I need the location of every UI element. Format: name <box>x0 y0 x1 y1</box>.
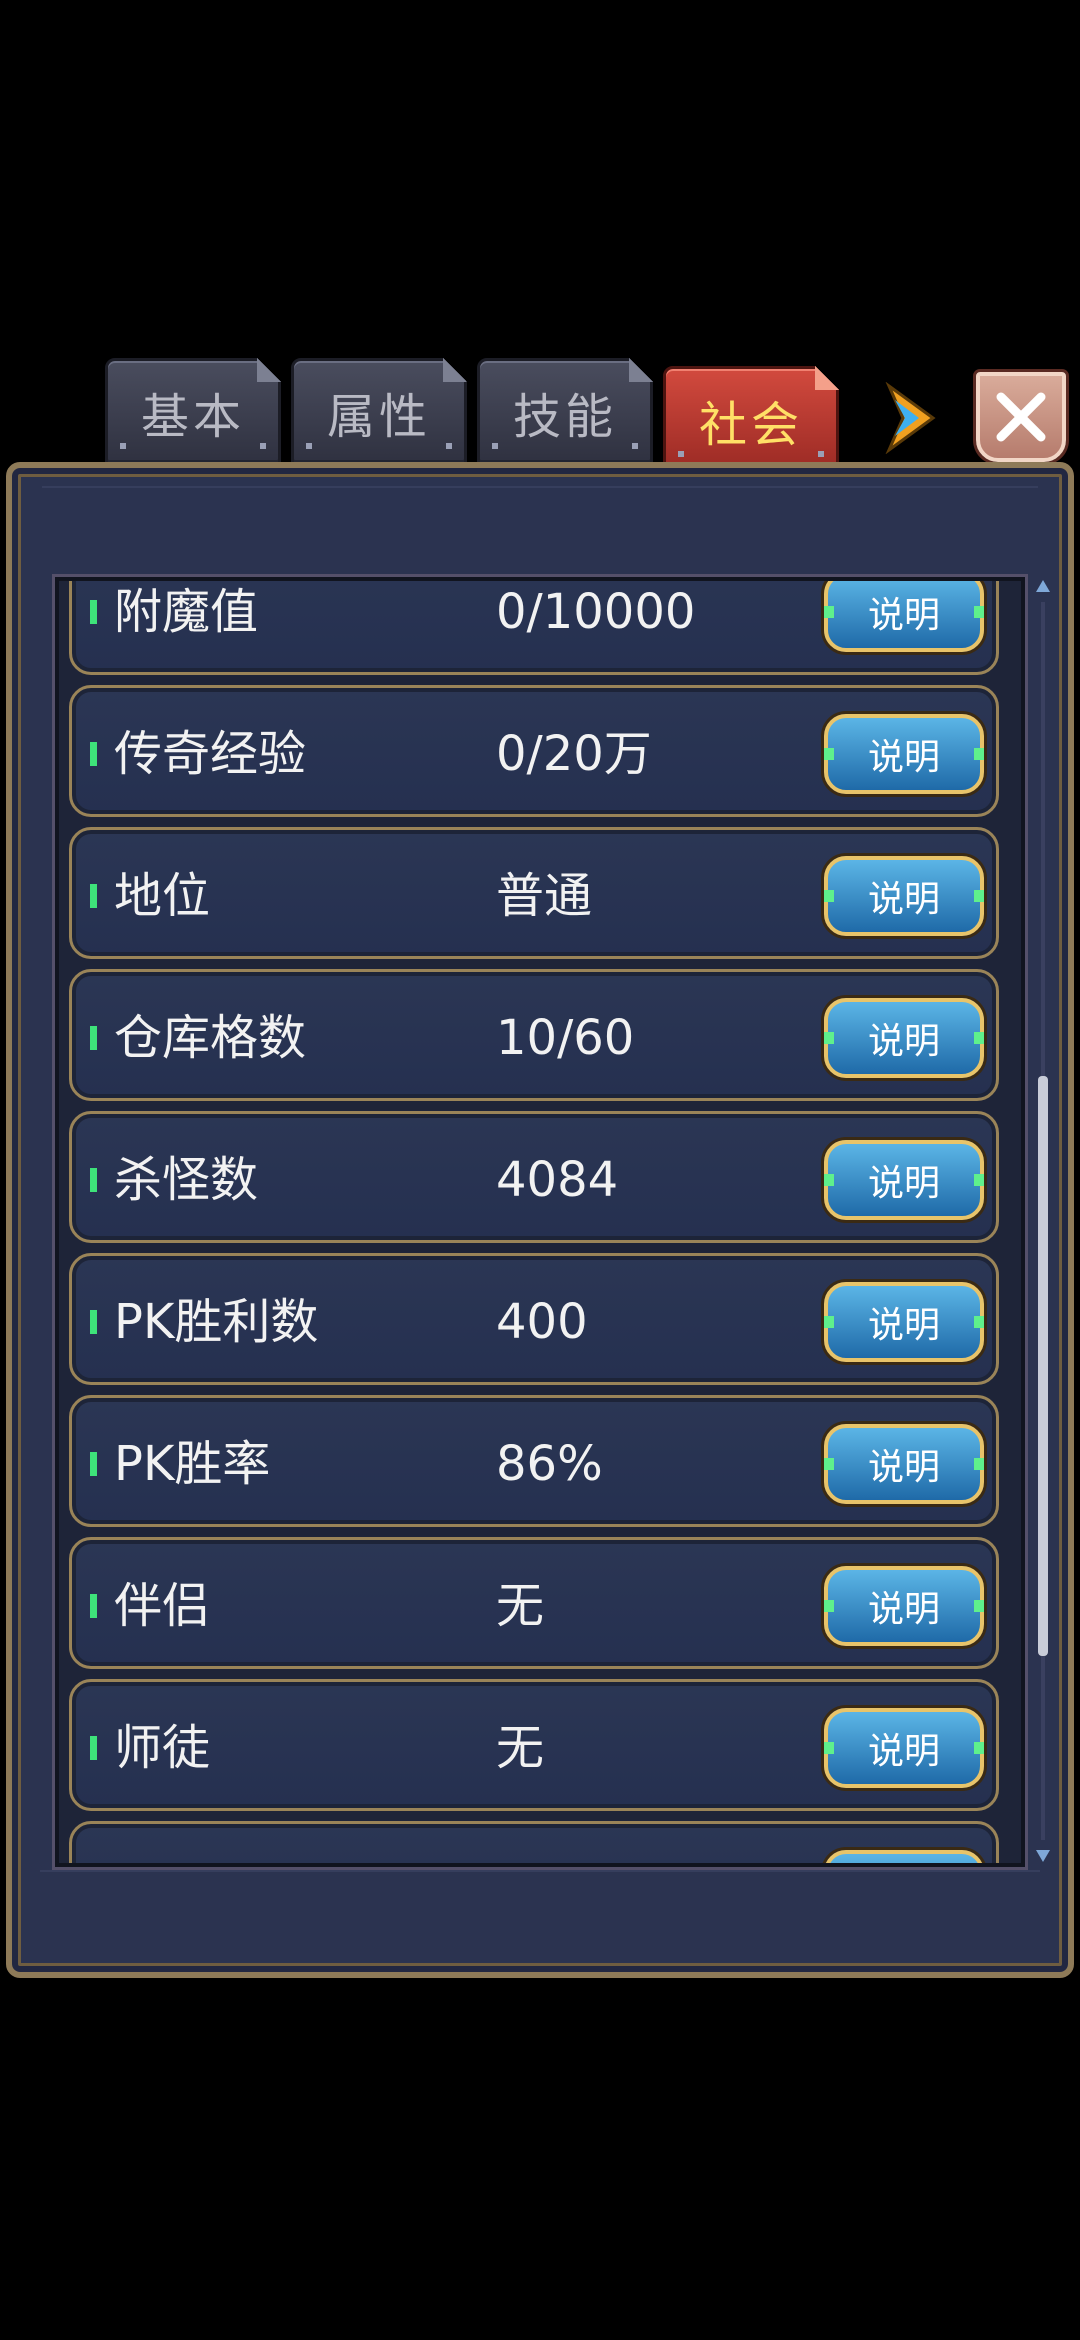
info-button[interactable]: 说明 <box>824 1140 984 1220</box>
tab-corner <box>815 366 839 390</box>
gem-icon <box>824 890 834 902</box>
stat-value: 4084 <box>496 1152 619 1208</box>
tab-social[interactable]: 社会 <box>663 366 839 474</box>
row-marker-icon <box>90 1168 97 1192</box>
stat-value: 400 <box>496 1294 588 1350</box>
tab-skills[interactable]: 技能 <box>477 358 653 466</box>
tab-label: 属性 <box>326 389 431 445</box>
close-icon <box>996 392 1046 442</box>
gem-icon <box>974 1316 984 1328</box>
gem-icon <box>974 606 984 618</box>
info-button[interactable]: 说明 <box>824 1282 984 1362</box>
tab-attributes[interactable]: 属性 <box>291 358 467 466</box>
stat-label: PK胜利数 <box>114 1294 319 1350</box>
panel-ornament-bottom <box>40 1870 1040 1942</box>
row-marker-icon <box>90 884 97 908</box>
stat-label: 传奇经验 <box>114 726 307 782</box>
info-button-label: 说明 <box>867 1731 940 1772</box>
stat-row: 仓库格数 10/60 说明 <box>69 969 999 1101</box>
info-button-label: 说明 <box>867 1163 940 1204</box>
arrow-right-icon[interactable] <box>885 381 937 455</box>
scrollbar[interactable] <box>1036 580 1050 1862</box>
row-marker-icon <box>90 1594 97 1618</box>
gem-icon <box>824 1600 834 1612</box>
info-button-label: 说明 <box>867 1305 940 1346</box>
stat-row: 师徒 无 说明 <box>69 1679 999 1811</box>
info-button[interactable]: 说明 <box>824 581 984 652</box>
info-button[interactable]: 说明 <box>824 714 984 794</box>
info-button-label: 说明 <box>867 595 940 636</box>
tab-corner <box>629 358 653 382</box>
stat-label: 附魔值 <box>114 584 259 640</box>
close-button[interactable] <box>976 372 1066 462</box>
gem-icon <box>824 1032 834 1044</box>
gem-icon <box>974 890 984 902</box>
row-marker-icon <box>90 1736 97 1760</box>
info-button-label: 说明 <box>867 737 940 778</box>
stats-list[interactable]: 附魔值 0/10000 说明 传奇经验 0/20万 说明 地位 普通 说明 仓库格数 10/60 说明… <box>55 577 1025 1867</box>
row-marker-icon <box>90 1310 97 1334</box>
info-button-label: 说明 <box>867 879 940 920</box>
gem-icon <box>824 1174 834 1186</box>
panel-ornament <box>42 486 1038 568</box>
stat-row: 伴侣 无 说明 <box>69 1537 999 1669</box>
stat-value: 无 <box>496 1720 545 1776</box>
row-marker-icon <box>90 600 97 624</box>
gem-icon <box>824 1742 834 1754</box>
tab-basic[interactable]: 基本 <box>105 358 281 466</box>
stat-label: 师徒 <box>114 1720 211 1776</box>
gem-icon <box>974 1600 984 1612</box>
stat-row: 地位 普通 说明 <box>69 827 999 959</box>
tab-label: 社会 <box>698 397 803 453</box>
scroll-up-icon[interactable] <box>1036 580 1050 592</box>
stat-value: 10/60 <box>496 1010 635 1066</box>
tab-label: 技能 <box>512 389 617 445</box>
row-marker-icon <box>90 1026 97 1050</box>
info-button[interactable]: 说明 <box>824 1424 984 1504</box>
info-button[interactable] <box>824 1850 984 1863</box>
gem-icon <box>974 1458 984 1470</box>
stat-row-partial <box>69 1821 999 1863</box>
info-button[interactable]: 说明 <box>824 1708 984 1788</box>
stat-label: 地位 <box>114 868 211 924</box>
info-button-label: 说明 <box>867 1447 940 1488</box>
tab-corner <box>443 358 467 382</box>
info-button[interactable]: 说明 <box>824 1566 984 1646</box>
gem-icon <box>974 1174 984 1186</box>
info-button-label: 说明 <box>867 1021 940 1062</box>
stat-value: 普通 <box>496 868 593 924</box>
gem-icon <box>824 606 834 618</box>
info-button[interactable]: 说明 <box>824 856 984 936</box>
row-marker-icon <box>90 742 97 766</box>
stat-label: PK胜率 <box>114 1436 271 1492</box>
info-button[interactable]: 说明 <box>824 998 984 1078</box>
stat-row: 杀怪数 4084 说明 <box>69 1111 999 1243</box>
gem-icon <box>974 1742 984 1754</box>
stat-label: 杀怪数 <box>114 1152 259 1208</box>
stat-label: 伴侣 <box>114 1578 211 1634</box>
stat-value: 0/10000 <box>496 584 696 640</box>
gem-icon <box>824 1316 834 1328</box>
scroll-thumb[interactable] <box>1038 1076 1048 1656</box>
gem-icon <box>974 748 984 760</box>
tab-label: 基本 <box>140 389 245 445</box>
gem-icon <box>974 1032 984 1044</box>
tab-corner <box>257 358 281 382</box>
stat-row: 附魔值 0/10000 说明 <box>69 581 999 675</box>
stat-value: 86% <box>496 1436 603 1492</box>
info-button-label: 说明 <box>867 1589 940 1630</box>
stat-row: 传奇经验 0/20万 说明 <box>69 685 999 817</box>
stat-value: 0/20万 <box>496 726 652 782</box>
scroll-down-icon[interactable] <box>1036 1850 1050 1862</box>
screen: 基本 属性 技能 社会 附魔值 0/10000 说明 传奇经验 0/20万 说明 地位 普通说… <box>0 0 1080 2340</box>
gem-icon <box>824 748 834 760</box>
stat-label: 仓库格数 <box>114 1010 307 1066</box>
stat-row: PK胜率 86% 说明 <box>69 1395 999 1527</box>
stat-value: 无 <box>496 1578 545 1634</box>
stat-row: PK胜利数 400 说明 <box>69 1253 999 1385</box>
gem-icon <box>824 1458 834 1470</box>
row-marker-icon <box>90 1452 97 1476</box>
